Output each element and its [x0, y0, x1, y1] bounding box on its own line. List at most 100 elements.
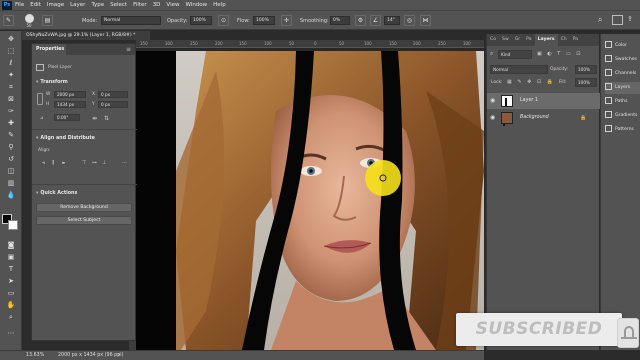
align-middle-v-icon[interactable]: ⊶: [92, 160, 98, 166]
fill-field[interactable]: 100%: [575, 78, 597, 87]
brush-tool-icon[interactable]: ✎: [3, 15, 14, 26]
brush-tool-button-icon[interactable]: ✎: [6, 131, 16, 139]
flip-horizontal-icon[interactable]: ⇹: [92, 115, 97, 122]
menu-filter[interactable]: Filter: [133, 2, 147, 8]
align-right-icon[interactable]: ⫢: [62, 160, 68, 166]
dock-channels[interactable]: Channels: [605, 68, 640, 80]
align-top-icon[interactable]: ⊤: [82, 160, 88, 166]
menu-3d[interactable]: 3D: [153, 2, 161, 8]
more-tools-icon[interactable]: ⋯: [6, 329, 16, 337]
document-tab[interactable]: OShyNoZvWA.jpg @ 29.1% (Layer 1, RGB/8#)…: [22, 31, 150, 40]
gradient-tool-icon[interactable]: ▥: [6, 179, 16, 187]
zoom-tool-icon[interactable]: ⌕: [6, 313, 16, 321]
layer-row-layer1[interactable]: ◉ Layer 1: [487, 93, 600, 126]
path-selection-tool-icon[interactable]: ➤: [6, 277, 16, 285]
background-color-swatch[interactable]: [8, 220, 18, 230]
menu-type[interactable]: Type: [91, 2, 104, 8]
screen-mode-icon[interactable]: ▣: [6, 253, 16, 261]
height-field[interactable]: 1434 px: [54, 101, 86, 108]
layer-opacity-field[interactable]: 100%: [575, 65, 597, 74]
menu-view[interactable]: View: [166, 2, 179, 8]
tab-properties[interactable]: Properties: [32, 44, 66, 55]
move-tool-icon[interactable]: ✥: [6, 35, 16, 43]
clone-stamp-tool-icon[interactable]: ⚲: [6, 143, 16, 151]
eraser-tool-icon[interactable]: ◫: [6, 167, 16, 175]
flow-field[interactable]: 100%: [253, 16, 275, 25]
angle-field[interactable]: 0.00°: [54, 114, 80, 121]
align-left-icon[interactable]: ⫣: [42, 160, 48, 166]
eyedropper-tool-icon[interactable]: ✑: [6, 107, 16, 115]
workspace-icon[interactable]: [612, 15, 623, 25]
kind-filter-select[interactable]: Kind: [498, 50, 532, 59]
y-field[interactable]: 0 px: [98, 101, 128, 108]
healing-tool-icon[interactable]: ✚: [6, 119, 16, 127]
opacity-field[interactable]: 100%: [190, 16, 212, 25]
menu-help[interactable]: Help: [213, 2, 226, 8]
crop-tool-icon[interactable]: ⌗: [6, 83, 16, 91]
symmetry-icon[interactable]: ⋈: [420, 15, 431, 26]
blend-mode-select[interactable]: Normal: [490, 65, 548, 74]
tab-layers[interactable]: Layers: [534, 34, 558, 46]
dock-paths[interactable]: Paths: [605, 96, 640, 108]
dock-color[interactable]: Color: [605, 40, 640, 52]
layer-name[interactable]: Layer 1: [520, 93, 538, 109]
transform-section-header[interactable]: ▾ Transform: [36, 80, 68, 85]
blur-tool-icon[interactable]: 💧: [6, 191, 16, 199]
angle-field[interactable]: 14°: [384, 16, 400, 25]
menu-image[interactable]: Image: [47, 2, 64, 8]
menu-window[interactable]: Window: [185, 2, 207, 8]
tab-gradients[interactable]: Gr: [512, 34, 523, 46]
layer-name[interactable]: Background: [520, 110, 549, 126]
status-arrow-icon[interactable]: ›: [118, 351, 120, 360]
visibility-eye-icon[interactable]: ◉: [490, 93, 495, 109]
search-icon[interactable]: ⌕: [598, 15, 602, 25]
width-field[interactable]: 2000 px: [54, 91, 86, 98]
marquee-tool-icon[interactable]: ⬚: [6, 47, 16, 55]
mode-select[interactable]: Normal: [101, 16, 161, 25]
dock-layers[interactable]: Layers: [605, 82, 640, 94]
select-subject-button[interactable]: Select Subject: [36, 216, 132, 225]
tab-color[interactable]: Co: [487, 34, 499, 46]
tab-channels[interactable]: Ch: [558, 34, 570, 46]
align-center-h-icon[interactable]: ⫼: [52, 160, 58, 166]
quick-actions-section-header[interactable]: ▾ Quick Actions: [36, 191, 77, 196]
quick-mask-icon[interactable]: ◙: [6, 241, 16, 249]
remove-background-button[interactable]: Remove Background: [36, 203, 132, 212]
flip-vertical-icon[interactable]: ⇅: [104, 115, 109, 122]
tab-swatches[interactable]: Sw: [499, 34, 512, 46]
type-tool-icon[interactable]: T: [6, 265, 16, 273]
align-bottom-icon[interactable]: ⊥: [102, 160, 108, 166]
brush-settings-icon[interactable]: ▤: [42, 15, 53, 26]
menu-layer[interactable]: Layer: [70, 2, 85, 8]
frame-tool-icon[interactable]: ⊠: [6, 95, 16, 103]
x-field[interactable]: 0 px: [98, 91, 128, 98]
menu-file[interactable]: File: [15, 2, 24, 8]
dock-swatches[interactable]: Swatches: [605, 54, 640, 66]
menu-edit[interactable]: Edit: [30, 2, 41, 8]
dock-gradients[interactable]: Gradients: [605, 110, 640, 122]
panel-menu-icon[interactable]: ≡: [126, 46, 131, 53]
layer-row-background[interactable]: ◉ Background 🔒: [487, 110, 600, 126]
share-icon[interactable]: ⇪: [627, 15, 633, 23]
quick-select-tool-icon[interactable]: ✦: [6, 71, 16, 79]
filter-type-icons[interactable]: ▣ ◐ T ▭ ⊡: [537, 51, 582, 57]
menu-select[interactable]: Select: [110, 2, 127, 8]
smoothing-field[interactable]: 0%: [330, 16, 350, 25]
visibility-eye-icon[interactable]: ◉: [490, 110, 495, 126]
smoothing-options-icon[interactable]: ⚙: [355, 15, 366, 26]
airbrush-icon[interactable]: ✢: [281, 15, 292, 26]
zoom-level[interactable]: 13.63%: [26, 351, 44, 360]
dock-patterns[interactable]: Patterns: [605, 124, 640, 136]
brush-preset-picker[interactable]: 50: [20, 14, 38, 28]
shape-tool-icon[interactable]: ▭: [6, 289, 16, 297]
hand-tool-icon[interactable]: ✋: [6, 301, 16, 309]
history-brush-tool-icon[interactable]: ↺: [6, 155, 16, 163]
bell-button[interactable]: [617, 318, 639, 348]
tab-paths[interactable]: Pa: [570, 34, 581, 46]
pressure-opacity-icon[interactable]: ⊙: [218, 15, 229, 26]
pressure-size-icon[interactable]: ◎: [404, 15, 415, 26]
lock-icons[interactable]: ▦ ✎ ✥ ⊡ 🔒: [507, 79, 555, 85]
link-dimensions-icon[interactable]: [37, 93, 43, 105]
lasso-tool-icon[interactable]: ℓ: [6, 59, 16, 67]
document-canvas[interactable]: [176, 51, 484, 350]
